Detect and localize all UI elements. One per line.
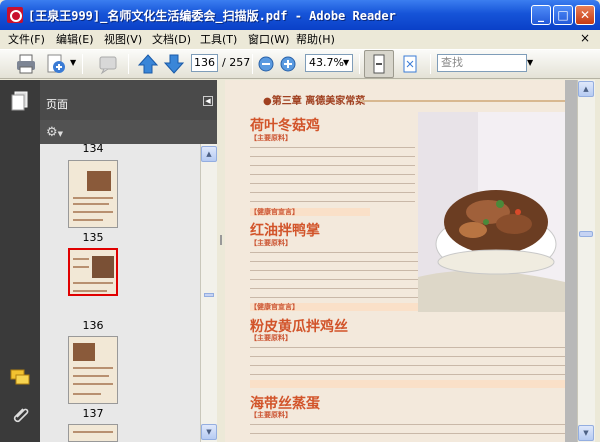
tip-label: 【健康官宣言】 <box>250 208 299 216</box>
previous-page-icon[interactable] <box>136 52 160 76</box>
panel-splitter[interactable] <box>217 80 225 442</box>
thumbnail-page-number: 136 <box>82 319 104 332</box>
recipe-text-block <box>250 142 415 207</box>
page-thumbnail[interactable] <box>68 424 118 442</box>
next-page-icon[interactable] <box>162 52 186 76</box>
tip-highlight <box>250 380 565 388</box>
toolbar-divider <box>430 54 431 74</box>
thumbnail-list <box>40 144 200 442</box>
options-icon[interactable]: ⚙▼ <box>46 125 66 141</box>
chevron-down-icon[interactable]: ▼ <box>343 58 349 67</box>
toolbar-divider <box>252 54 253 74</box>
page-thumbnail[interactable] <box>68 160 118 228</box>
scroll-up-button[interactable]: ▲ <box>201 146 217 162</box>
fit-page-button[interactable] <box>364 50 394 78</box>
scroll-thumb[interactable] <box>579 231 593 237</box>
menu-help[interactable]: 帮助(H) <box>296 31 335 47</box>
chapter-heading: ●第三章 离德美家常菜 <box>263 96 366 107</box>
page-number-input[interactable]: 136 <box>191 54 218 72</box>
document-scrollbar[interactable] <box>577 80 595 442</box>
menu-edit[interactable]: 编辑(E) <box>56 31 94 47</box>
menu-window[interactable]: 窗口(W) <box>248 31 289 47</box>
search-input[interactable]: 查找 <box>437 54 527 72</box>
minimize-button[interactable]: _ <box>531 5 551 25</box>
scroll-down-button[interactable]: ▼ <box>201 424 217 440</box>
toolbar-divider <box>359 54 360 74</box>
collapse-panel-button[interactable]: ◀ <box>203 96 213 106</box>
thumbnail-page-number: 134 <box>82 142 104 155</box>
maximize-button[interactable]: □ <box>553 5 573 25</box>
print-icon[interactable] <box>14 52 38 76</box>
chapter-rule <box>360 100 565 102</box>
toolbar-divider <box>128 54 129 74</box>
scroll-thumb[interactable] <box>204 293 214 297</box>
panel-toolbar <box>40 120 217 144</box>
splitter-grip[interactable] <box>220 235 222 245</box>
pages-icon[interactable] <box>9 90 31 112</box>
recipe-text-block <box>250 419 565 442</box>
scroll-up-button[interactable]: ▲ <box>578 81 594 97</box>
comment-icon[interactable] <box>96 52 120 76</box>
window-title: [王泉王999]_名师文化生活编委会_扫描版.pdf - Adobe Reade… <box>28 9 396 23</box>
page-total-label: / 257 <box>222 56 251 69</box>
food-photo <box>418 112 565 312</box>
recipe-title: 红油拌鸭掌 <box>250 223 320 239</box>
menu-document[interactable]: 文档(D) <box>152 31 191 47</box>
page-thumbnail[interactable] <box>68 336 118 404</box>
close-button[interactable]: ✕ <box>575 5 595 25</box>
attachment-icon[interactable] <box>9 405 31 427</box>
recipe-title: 荷叶冬菇鸡 <box>250 118 320 134</box>
zoom-in-icon[interactable] <box>279 52 297 76</box>
scroll-down-button[interactable]: ▼ <box>578 425 594 441</box>
menu-view[interactable]: 视图(V) <box>104 31 142 47</box>
share-icon[interactable] <box>44 52 68 76</box>
thumbnail-page-number: 135 <box>82 231 104 244</box>
chevron-down-icon[interactable]: ▼ <box>527 58 533 67</box>
adobe-reader-icon[interactable] <box>7 7 23 23</box>
page-thumbnail-selected[interactable] <box>68 248 118 296</box>
panel-title: 页面 <box>46 98 68 111</box>
toolbar-divider <box>82 54 83 74</box>
tip-label: 【健康官宣言】 <box>250 303 299 311</box>
menu-file[interactable]: 文件(F) <box>8 31 45 47</box>
full-screen-icon[interactable] <box>398 52 422 76</box>
thumbnail-page-number: 137 <box>82 407 104 420</box>
zoom-out-icon[interactable] <box>257 52 275 76</box>
chevron-down-icon[interactable]: ▼ <box>70 58 76 67</box>
comments-icon[interactable] <box>9 368 31 388</box>
menu-tools[interactable]: 工具(T) <box>200 31 237 47</box>
close-document-button[interactable]: × <box>580 31 590 45</box>
recipe-text-block <box>250 247 425 303</box>
